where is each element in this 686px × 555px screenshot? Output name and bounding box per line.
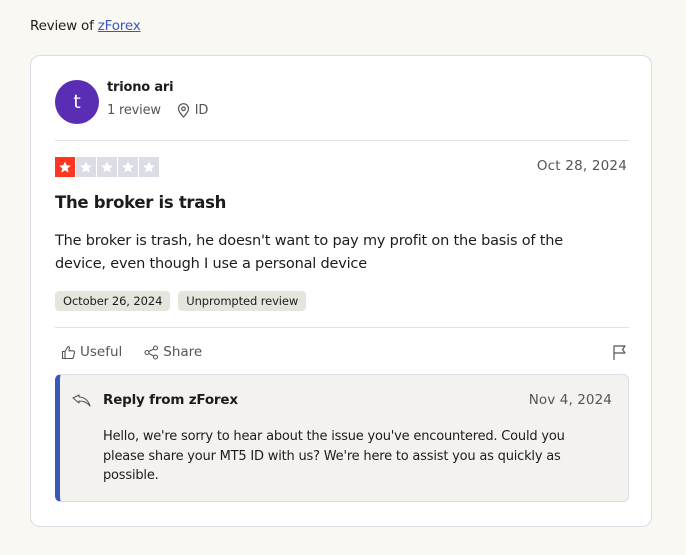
report-flag-icon[interactable]: [612, 344, 627, 365]
company-reply: Reply from zForex Nov 4, 2024 Hello, we'…: [55, 374, 629, 502]
divider-top: [55, 140, 629, 141]
reply-title: Reply from zForex: [103, 392, 238, 408]
page: Review of zForex t triono ari 1 review I…: [0, 0, 686, 555]
reviewer-country: ID: [194, 103, 209, 118]
star-rating: [55, 157, 159, 177]
unprompted-review-tag[interactable]: Unprompted review: [178, 291, 307, 311]
review-of-header: Review of zForex: [30, 18, 141, 34]
star-empty-icon: [118, 157, 138, 177]
review-body: The broker is trash, he doesn't want to …: [55, 233, 563, 272]
review-count: 1 review: [107, 103, 161, 118]
header-prefix: Review of: [30, 18, 94, 34]
avatar[interactable]: t: [55, 80, 99, 124]
star-empty-icon: [139, 157, 159, 177]
review-card: t triono ari 1 review ID Oct 28, 2024 Th…: [30, 55, 652, 527]
reply-date: Nov 4, 2024: [528, 392, 612, 408]
reply-arrow-icon: [72, 393, 91, 412]
thumbs-up-icon: [61, 345, 76, 360]
experience-date-tag: October 26, 2024: [55, 291, 171, 311]
reviewer-name[interactable]: triono ari: [107, 80, 174, 95]
review-date: Oct 28, 2024: [536, 158, 627, 174]
review-title[interactable]: The broker is trash: [55, 193, 226, 212]
review-tags: October 26, 2024 Unprompted review: [55, 291, 307, 311]
reviewer-meta: 1 review ID: [107, 103, 208, 118]
star-filled-icon: [55, 157, 75, 177]
star-empty-icon: [76, 157, 96, 177]
location-pin-icon: [177, 103, 190, 118]
share-label: Share: [163, 344, 203, 360]
company-link[interactable]: zForex: [98, 18, 141, 34]
review-actions: Useful Share: [61, 344, 202, 360]
divider-bottom: [55, 327, 629, 328]
star-empty-icon: [97, 157, 117, 177]
share-icon: [144, 344, 159, 360]
useful-label: Useful: [80, 344, 123, 360]
share-button[interactable]: Share: [144, 344, 202, 360]
useful-button[interactable]: Useful: [61, 344, 122, 360]
reply-body: Hello, we're sorry to hear about the iss…: [103, 429, 565, 483]
